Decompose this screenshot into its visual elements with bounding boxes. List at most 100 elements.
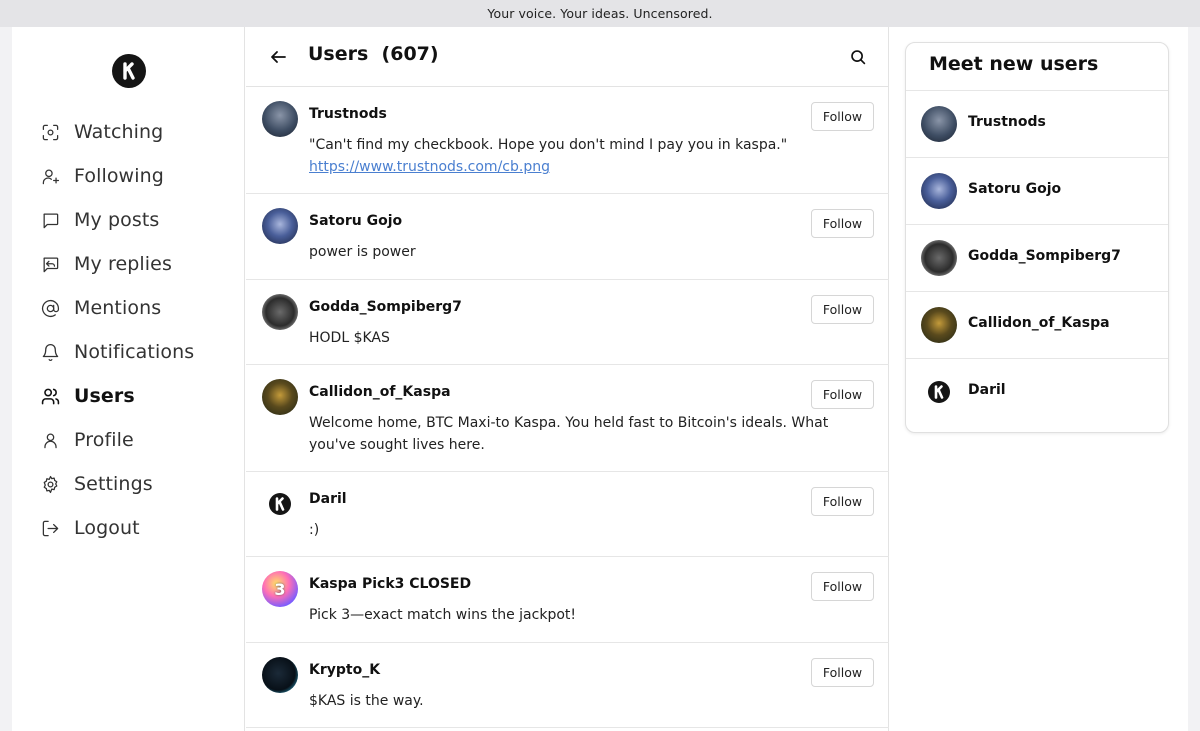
- bell-icon: [38, 340, 62, 364]
- follow-button[interactable]: Follow: [811, 380, 874, 409]
- user-bio: Pick 3—exact match wins the jackpot!: [309, 607, 576, 623]
- user-name[interactable]: Satoru Gojo: [309, 213, 402, 229]
- godda-avatar[interactable]: [262, 294, 298, 330]
- kaspa-logo-icon: [269, 493, 291, 515]
- message-square-icon: [38, 208, 62, 232]
- user-row[interactable]: 3 Kaspa Pick3 CLOSED Follow Pick 3—exact…: [246, 557, 889, 643]
- kaspa-logo-icon: [123, 62, 135, 80]
- suggested-user-name: Satoru Gojo: [968, 181, 1062, 197]
- user-name[interactable]: Daril: [309, 491, 347, 507]
- sidebar-item-settings[interactable]: Settings: [38, 466, 238, 502]
- suggested-user-name: Trustnods: [968, 114, 1046, 130]
- sidebar-item-logout[interactable]: Logout: [38, 510, 238, 546]
- users-panel: Users (607) Trustnods Follow "Can't find…: [246, 27, 889, 731]
- ball-number-icon: 3: [274, 579, 286, 599]
- search-button[interactable]: [847, 46, 869, 68]
- satoru-gojo-avatar: [921, 173, 957, 209]
- user-row[interactable]: Trustnods Follow "Can't find my checkboo…: [246, 87, 889, 194]
- search-icon: [851, 50, 866, 65]
- pick3-ball-avatar[interactable]: 3: [262, 571, 298, 607]
- sidebar: Watching Following My posts My replies M…: [12, 27, 245, 731]
- users-header: Users (607): [246, 27, 889, 87]
- callidon-avatar: [921, 307, 957, 343]
- suggested-user[interactable]: Satoru Gojo: [906, 157, 1168, 224]
- trustnods-avatar[interactable]: [262, 101, 298, 137]
- at-sign-icon: [38, 296, 62, 320]
- banner-text: Your voice. Your ideas. Uncensored.: [487, 6, 713, 21]
- user-row[interactable]: Callidon_of_Kaspa Follow Welcome home, B…: [246, 365, 889, 472]
- user-name[interactable]: Callidon_of_Kaspa: [309, 384, 451, 400]
- sidebar-item-watching[interactable]: Watching: [38, 114, 238, 150]
- suggested-user-name: Godda_Sompiberg7: [968, 248, 1121, 264]
- follow-button[interactable]: Follow: [811, 572, 874, 601]
- app-logo[interactable]: [112, 54, 146, 88]
- user-row[interactable]: Godda_Sompiberg7 Follow HODL $KAS: [246, 280, 889, 365]
- suggested-user[interactable]: Trustnods: [906, 90, 1168, 157]
- sidebar-item-profile[interactable]: Profile: [38, 422, 238, 458]
- follow-button[interactable]: Follow: [811, 209, 874, 238]
- user-plus-icon: [38, 164, 62, 188]
- krypto-k-avatar[interactable]: [262, 657, 298, 693]
- callidon-avatar[interactable]: [262, 379, 298, 415]
- top-banner: Your voice. Your ideas. Uncensored.: [0, 0, 1200, 27]
- user-bio: power is power: [309, 244, 416, 260]
- sidebar-item-label: Watching: [74, 121, 164, 143]
- user-row[interactable]: Daril Follow :): [246, 472, 889, 557]
- eye-scan-icon: [38, 120, 62, 144]
- sidebar-item-my-replies[interactable]: My replies: [38, 246, 238, 282]
- sidebar-item-label: Users: [74, 385, 135, 407]
- sidebar-item-users[interactable]: Users: [38, 378, 238, 414]
- user-bio: Welcome home, BTC Maxi-to Kaspa. You hel…: [309, 415, 829, 453]
- sidebar-item-label: Logout: [74, 517, 140, 539]
- meet-new-users-title: Meet new users: [929, 53, 1099, 75]
- page-title-text: Users: [308, 43, 369, 65]
- suggested-user-name: Daril: [968, 382, 1006, 398]
- user-row[interactable]: Krypto_K Follow $KAS is the way.: [246, 643, 889, 728]
- kaspa-logo-avatar: [921, 374, 957, 410]
- sidebar-item-mentions[interactable]: Mentions: [38, 290, 238, 326]
- user-bio: $KAS is the way.: [309, 693, 424, 709]
- follow-button[interactable]: Follow: [811, 295, 874, 324]
- arrow-left-icon: [271, 51, 286, 63]
- back-button[interactable]: [266, 45, 290, 69]
- user-bio: "Can't find my checkbook. Hope you don't…: [309, 134, 874, 178]
- kaspa-logo-icon: [928, 381, 950, 403]
- meet-new-users-card: Meet new users Trustnods Satoru Gojo God…: [905, 42, 1169, 433]
- follow-button[interactable]: Follow: [811, 102, 874, 131]
- suggested-user-name: Callidon_of_Kaspa: [968, 315, 1110, 331]
- suggested-user[interactable]: Godda_Sompiberg7: [906, 224, 1168, 291]
- sidebar-item-label: Notifications: [74, 341, 195, 363]
- kaspa-logo-avatar[interactable]: [262, 486, 298, 522]
- user-bio-link[interactable]: https://www.trustnods.com/cb.png: [309, 159, 550, 175]
- follow-button[interactable]: Follow: [811, 658, 874, 687]
- user-icon: [38, 428, 62, 452]
- logout-icon: [38, 516, 62, 540]
- user-count: (607): [381, 43, 439, 65]
- users-icon: [38, 384, 62, 408]
- sidebar-item-label: Profile: [74, 429, 134, 451]
- user-name[interactable]: Godda_Sompiberg7: [309, 299, 462, 315]
- sidebar-item-my-posts[interactable]: My posts: [38, 202, 238, 238]
- godda-avatar: [921, 240, 957, 276]
- trustnods-avatar: [921, 106, 957, 142]
- sidebar-item-notifications[interactable]: Notifications: [38, 334, 238, 370]
- sidebar-item-label: My replies: [74, 253, 172, 275]
- user-name[interactable]: Trustnods: [309, 106, 387, 122]
- follow-button[interactable]: Follow: [811, 487, 874, 516]
- user-bio: :): [309, 522, 320, 538]
- app-frame: Watching Following My posts My replies M…: [12, 27, 1188, 731]
- sidebar-item-following[interactable]: Following: [38, 158, 238, 194]
- satoru-gojo-avatar[interactable]: [262, 208, 298, 244]
- suggested-user[interactable]: Callidon_of_Kaspa: [906, 291, 1168, 358]
- user-name[interactable]: Krypto_K: [309, 662, 380, 678]
- sidebar-item-label: My posts: [74, 209, 160, 231]
- gear-icon: [38, 472, 62, 496]
- sidebar-item-label: Settings: [74, 473, 153, 495]
- reply-message-icon: [38, 252, 62, 276]
- sidebar-item-label: Mentions: [74, 297, 162, 319]
- user-bio: HODL $KAS: [309, 330, 390, 346]
- sidebar-item-label: Following: [74, 165, 164, 187]
- user-name[interactable]: Kaspa Pick3 CLOSED: [309, 576, 471, 592]
- suggested-user[interactable]: Daril: [906, 358, 1168, 425]
- user-row[interactable]: Satoru Gojo Follow power is power: [246, 194, 889, 280]
